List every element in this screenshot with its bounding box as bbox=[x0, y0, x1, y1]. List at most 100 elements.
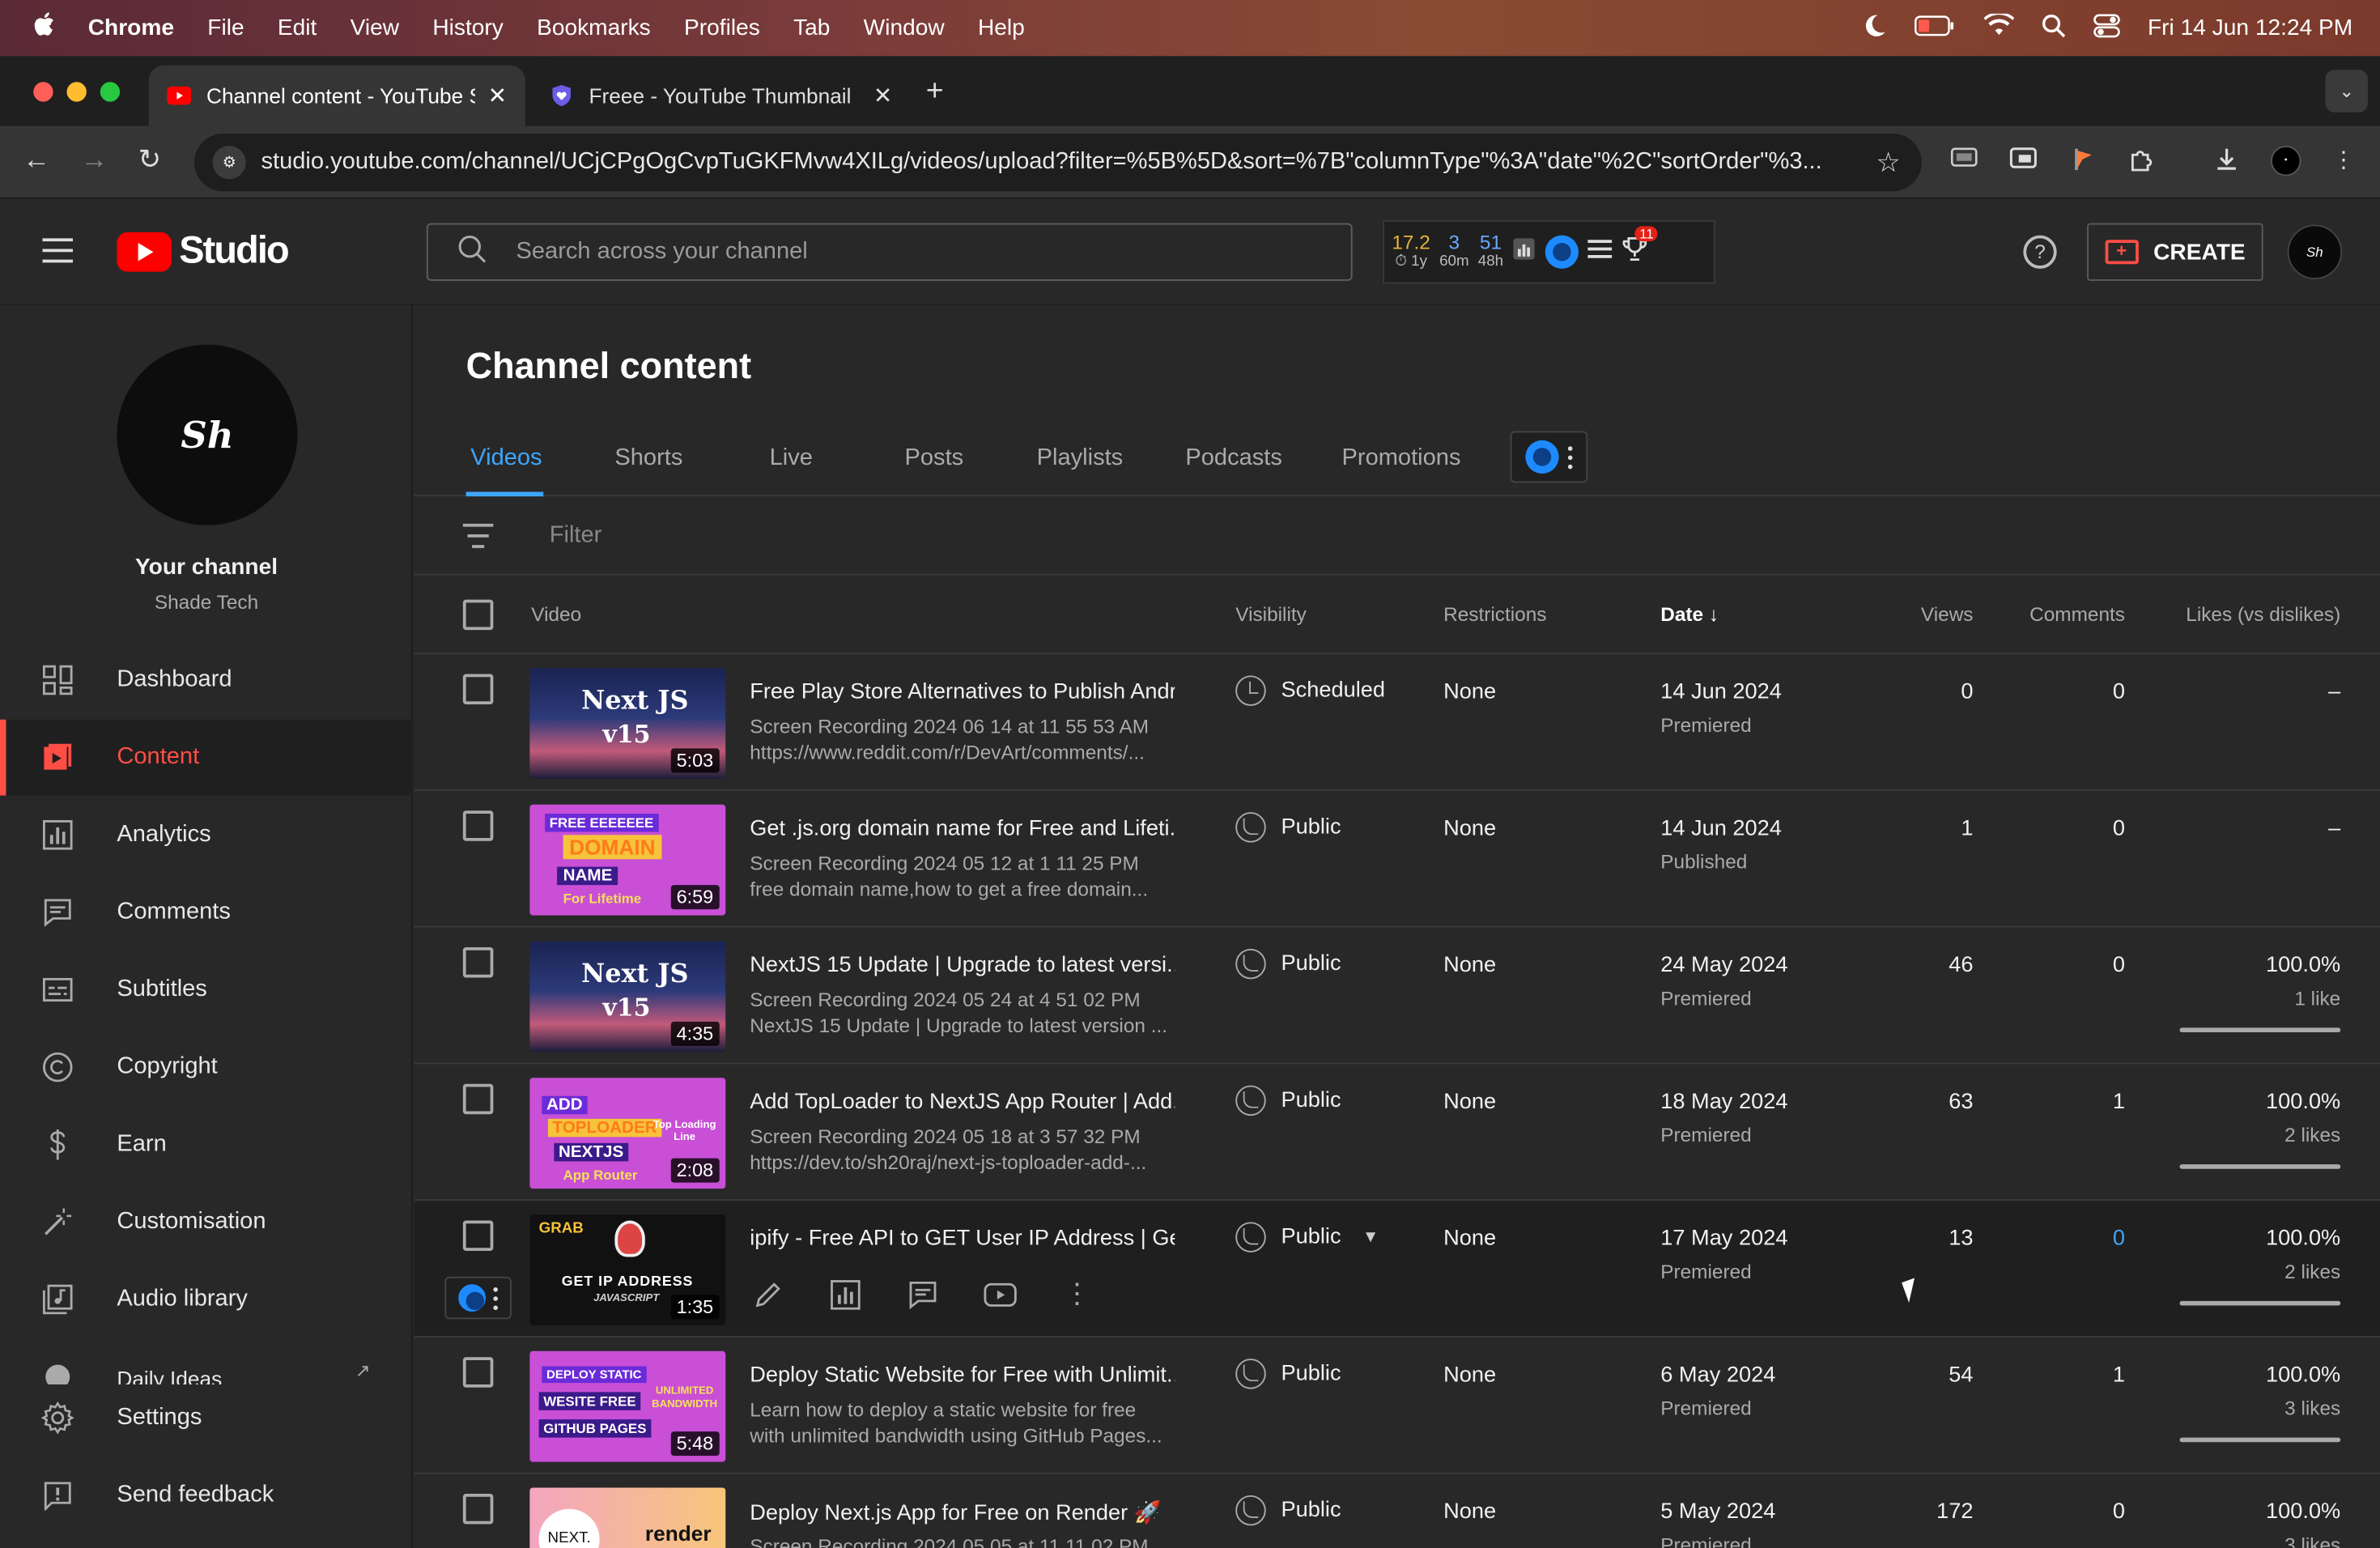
sidebar-item-customisation[interactable]: Customisation bbox=[0, 1184, 413, 1261]
comments-count[interactable]: 0 bbox=[2113, 680, 2125, 704]
menu-edit[interactable]: Edit bbox=[278, 15, 317, 41]
list-menu-icon[interactable] bbox=[1588, 237, 1613, 266]
video-thumbnail[interactable]: NEXT. render bbox=[529, 1487, 726, 1548]
sidebar-item-dashboard[interactable]: Dashboard bbox=[0, 642, 413, 718]
sidebar-item-earn[interactable]: Earn bbox=[0, 1107, 413, 1183]
visibility-status[interactable]: Public bbox=[1235, 1085, 1341, 1116]
comments-count[interactable]: 0 bbox=[2113, 954, 2125, 978]
battery-icon[interactable] bbox=[1914, 15, 1957, 42]
address-bar[interactable]: ⚙ studio.youtube.com/channel/UCjCPgOgCvp… bbox=[194, 134, 1922, 192]
apple-logo-icon[interactable] bbox=[31, 11, 62, 45]
col-restrictions[interactable]: Restrictions bbox=[1443, 602, 1546, 625]
tab-shorts[interactable]: Shorts bbox=[614, 444, 682, 472]
menu-history[interactable]: History bbox=[432, 15, 504, 41]
row-checkbox[interactable] bbox=[462, 1494, 494, 1525]
visibility-status[interactable]: Public bbox=[1235, 948, 1341, 980]
tab-podcasts[interactable]: Podcasts bbox=[1185, 444, 1282, 472]
visibility-status[interactable]: Public bbox=[1235, 1359, 1341, 1389]
analytics-icon[interactable] bbox=[827, 1277, 862, 1312]
profile-avatar-icon[interactable]: • bbox=[2271, 146, 2301, 176]
table-row[interactable]: DEPLOY STATIC WESITE FREE GITHUB PAGES U… bbox=[414, 1337, 2380, 1474]
comments-count[interactable]: 0 bbox=[2113, 1227, 2125, 1251]
zoom-window-button[interactable] bbox=[100, 82, 121, 102]
table-row[interactable]: Next JS v15 5:03 Free Play Store Alterna… bbox=[414, 654, 2380, 791]
help-icon[interactable]: ? bbox=[2023, 235, 2057, 269]
menu-app-name[interactable]: Chrome bbox=[88, 15, 174, 41]
tab-promotions[interactable]: Promotions bbox=[1342, 444, 1461, 472]
tab-videos[interactable]: Videos bbox=[470, 444, 542, 472]
sidebar-item-copyright[interactable]: Copyright bbox=[0, 1029, 413, 1105]
tab-channel-content[interactable]: Channel content - YouTube Studio ✕ bbox=[148, 65, 525, 126]
menu-window[interactable]: Window bbox=[864, 15, 945, 41]
edit-pencil-icon[interactable] bbox=[750, 1277, 784, 1312]
menu-file[interactable]: File bbox=[207, 15, 244, 41]
comments-count[interactable]: 1 bbox=[2113, 1363, 2125, 1388]
chrome-menu-kebab-icon[interactable]: ⋮ bbox=[2328, 146, 2359, 176]
table-row[interactable]: ADD TOPLOADER NEXTJS App Router Top Load… bbox=[414, 1064, 2380, 1201]
col-date[interactable]: Date ↓ bbox=[1660, 602, 1719, 625]
menu-profiles[interactable]: Profiles bbox=[684, 15, 760, 41]
comments-count[interactable]: 0 bbox=[2113, 817, 2125, 841]
channel-search[interactable] bbox=[426, 223, 1353, 281]
new-tab-plus-icon[interactable]: + bbox=[926, 74, 944, 109]
filter-bar[interactable]: Filter bbox=[414, 496, 2380, 576]
filter-icon[interactable] bbox=[462, 523, 494, 548]
search-input[interactable] bbox=[516, 238, 1275, 266]
tab-search-chevron-icon[interactable]: ⌄ bbox=[2325, 70, 2368, 113]
menu-tab[interactable]: Tab bbox=[793, 15, 830, 41]
more-options-kebab-icon[interactable]: ⋮ bbox=[1060, 1277, 1094, 1312]
menu-help[interactable]: Help bbox=[978, 15, 1025, 41]
dropdown-caret-icon[interactable]: ▼ bbox=[1362, 1228, 1379, 1247]
comments-icon[interactable] bbox=[905, 1277, 940, 1312]
video-title[interactable]: Get .js.org domain name for Free and Lif… bbox=[750, 817, 1175, 841]
sidebar-item-content[interactable]: Content bbox=[0, 719, 413, 796]
extensions-puzzle-icon[interactable] bbox=[2127, 146, 2157, 176]
vidiq-logo-icon[interactable] bbox=[1545, 235, 1579, 269]
row-checkbox[interactable] bbox=[462, 1220, 494, 1251]
bar-chart-icon[interactable] bbox=[1512, 236, 1536, 268]
trophy-icon[interactable]: 11 bbox=[1621, 225, 1659, 270]
moon-icon[interactable] bbox=[1862, 13, 1886, 44]
vidiq-tab-button[interactable] bbox=[1510, 431, 1588, 483]
comments-count[interactable]: 0 bbox=[2113, 1500, 2125, 1525]
spotlight-search-icon[interactable] bbox=[2042, 13, 2066, 44]
menu-view[interactable]: View bbox=[351, 15, 399, 41]
your-channel-label[interactable]: Your channel bbox=[0, 554, 413, 580]
sidebar-item-comments[interactable]: Comments bbox=[0, 874, 413, 950]
table-row[interactable]: Next JS v15 4:35 NextJS 15 Update | Upgr… bbox=[414, 928, 2380, 1065]
download-icon[interactable] bbox=[2212, 146, 2242, 176]
control-center-icon[interactable] bbox=[2093, 13, 2120, 44]
youtube-studio-logo[interactable]: Studio bbox=[117, 229, 290, 273]
url-text[interactable]: studio.youtube.com/channel/UCjCPgOgCvpTu… bbox=[261, 149, 1868, 176]
col-likes[interactable]: Likes (vs dislikes) bbox=[2186, 602, 2340, 625]
close-window-button[interactable] bbox=[33, 82, 53, 102]
table-row[interactable]: FREE EEEEEEE DOMAIN NAME For Lifetime 6:… bbox=[414, 791, 2380, 928]
col-visibility[interactable]: Visibility bbox=[1235, 602, 1307, 625]
wifi-icon[interactable] bbox=[1983, 11, 2014, 44]
visibility-status[interactable]: Public ▼ bbox=[1235, 1222, 1379, 1252]
video-title[interactable]: Add TopLoader to NextJS App Router | Add… bbox=[750, 1090, 1175, 1114]
create-button[interactable]: + CREATE bbox=[2087, 223, 2263, 281]
account-avatar[interactable]: Sh bbox=[2287, 224, 2343, 279]
sidebar-item-audio-library[interactable]: Audio library bbox=[0, 1261, 413, 1337]
video-title[interactable]: Deploy Static Website for Free with Unli… bbox=[750, 1363, 1175, 1388]
bookmark-star-icon[interactable]: ☆ bbox=[1867, 147, 1910, 178]
comments-count[interactable]: 1 bbox=[2113, 1090, 2125, 1114]
vidiq-row-button[interactable] bbox=[444, 1276, 512, 1320]
reload-icon[interactable]: ↻ bbox=[138, 144, 161, 176]
sidebar-item-settings[interactable]: Settings bbox=[0, 1380, 413, 1456]
sidebar-item-subtitles[interactable]: Subtitles bbox=[0, 952, 413, 1028]
table-row[interactable]: NEXT. render Deploy Next.js App for Free… bbox=[414, 1474, 2380, 1548]
row-checkbox[interactable] bbox=[462, 1083, 494, 1115]
video-thumbnail[interactable]: DEPLOY STATIC WESITE FREE GITHUB PAGES U… bbox=[529, 1350, 726, 1462]
minimize-window-button[interactable] bbox=[66, 82, 87, 102]
row-checkbox[interactable] bbox=[462, 674, 494, 704]
close-tab-icon[interactable]: ✕ bbox=[873, 82, 893, 109]
close-tab-icon[interactable]: ✕ bbox=[488, 82, 508, 109]
video-thumbnail[interactable]: Next JS v15 5:03 bbox=[529, 668, 726, 779]
video-title[interactable]: Free Play Store Alternatives to Publish … bbox=[750, 680, 1175, 704]
back-arrow-icon[interactable]: ← bbox=[23, 144, 50, 176]
vidiq-stats-widget[interactable]: 17.2 ⏱ 1y 3 60m 51 48h 11 bbox=[1383, 219, 1715, 284]
menubar-datetime[interactable]: Fri 14 Jun 12:24 PM bbox=[2148, 15, 2352, 41]
channel-avatar[interactable]: Sh bbox=[117, 344, 298, 525]
